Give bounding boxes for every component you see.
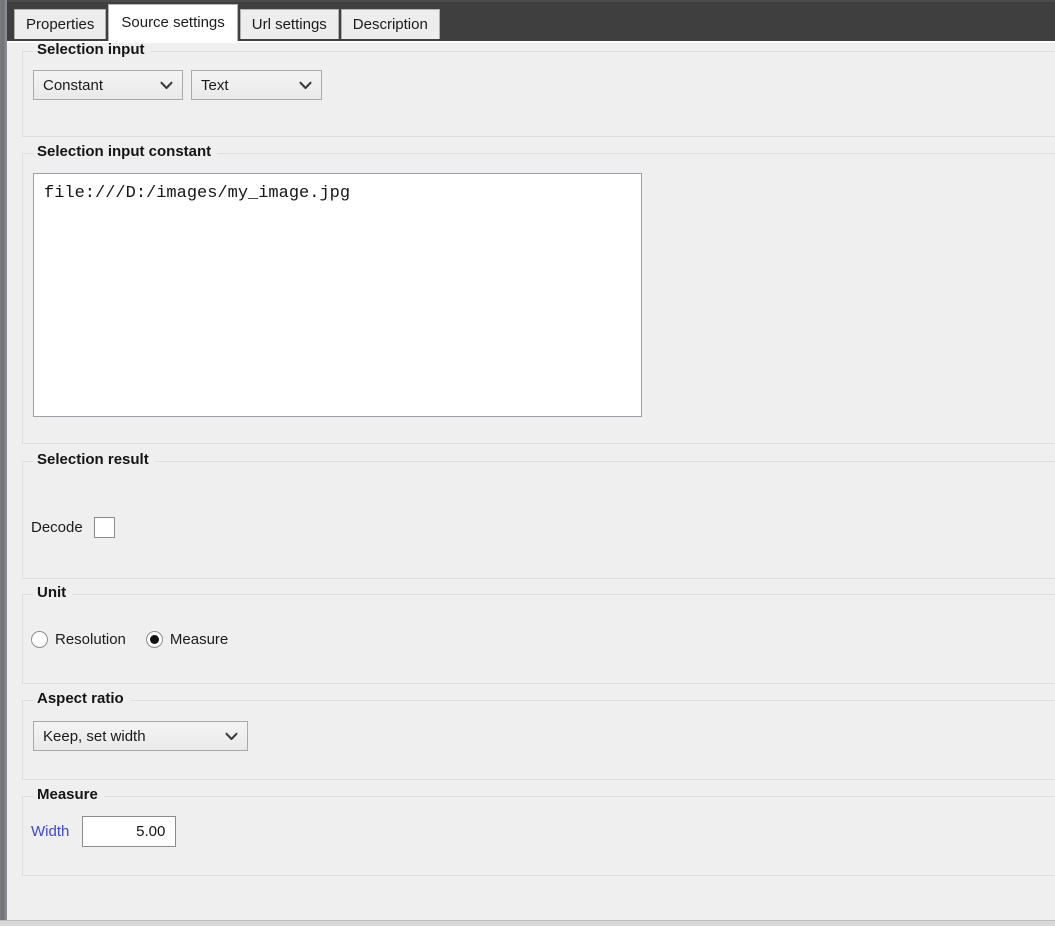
tab-url-settings-label: Url settings — [251, 16, 327, 33]
tab-list: Properties Source settings Url settings … — [14, 0, 1055, 41]
selection-input-constant-textarea[interactable]: file:///D:/images/my_image.jpg — [33, 173, 642, 417]
tab-source-settings-label: Source settings — [121, 14, 225, 31]
group-selection-input-title: Selection input — [33, 43, 151, 58]
tab-bar: Properties Source settings Url settings … — [7, 0, 1055, 41]
window-left-edge — [0, 0, 7, 926]
chevron-down-icon — [142, 81, 173, 90]
group-selection-input: Selection input Constant Text — [22, 43, 1055, 137]
radio-unselected-icon — [31, 631, 48, 648]
selection-type-dropdown[interactable]: Text — [191, 70, 322, 100]
decode-checkbox[interactable] — [93, 517, 115, 538]
group-unit: Unit Resolution Measure — [22, 584, 1055, 684]
width-input[interactable]: 5.00 — [82, 816, 177, 847]
group-unit-title: Unit — [33, 584, 73, 601]
chevron-down-icon — [207, 732, 238, 741]
group-selection-input-constant: Selection input constant file:///D:/imag… — [22, 143, 1055, 444]
unit-radio-resolution[interactable]: Resolution — [31, 631, 126, 648]
radio-selected-icon — [145, 631, 163, 648]
selection-type-dropdown-value: Text — [201, 76, 229, 94]
window-bottom-edge — [0, 920, 1055, 926]
tab-properties[interactable]: Properties — [14, 9, 107, 39]
aspect-ratio-dropdown-value: Keep, set width — [43, 727, 146, 745]
group-measure: Measure Width 5.00 — [22, 786, 1055, 876]
unit-radio-measure[interactable]: Measure — [145, 631, 229, 648]
tab-description[interactable]: Description — [340, 9, 440, 39]
source-settings-panel: Selection input Constant Text Selection … — [7, 41, 1055, 921]
unit-radio-measure-label: Measure — [169, 631, 229, 648]
selection-source-dropdown-value: Constant — [43, 76, 104, 94]
unit-radio-resolution-label: Resolution — [55, 631, 126, 648]
application-window: Properties Source settings Url settings … — [0, 0, 1055, 926]
group-measure-title: Measure — [33, 786, 104, 803]
group-selection-result: Selection result Decode — [22, 451, 1055, 579]
group-aspect-ratio-title: Aspect ratio — [33, 690, 130, 707]
group-selection-result-title: Selection result — [33, 451, 155, 468]
group-selection-input-constant-title: Selection input constant — [33, 143, 218, 160]
group-aspect-ratio: Aspect ratio Keep, set width — [22, 690, 1055, 780]
tab-source-settings[interactable]: Source settings — [108, 4, 238, 41]
tab-description-label: Description — [352, 16, 428, 33]
width-label[interactable]: Width — [31, 823, 69, 840]
chevron-down-icon — [281, 81, 312, 90]
aspect-ratio-dropdown[interactable]: Keep, set width — [33, 721, 248, 751]
selection-source-dropdown[interactable]: Constant — [33, 70, 183, 100]
decode-label: Decode — [31, 519, 83, 536]
tab-properties-label: Properties — [26, 16, 95, 33]
tab-url-settings[interactable]: Url settings — [239, 9, 339, 39]
